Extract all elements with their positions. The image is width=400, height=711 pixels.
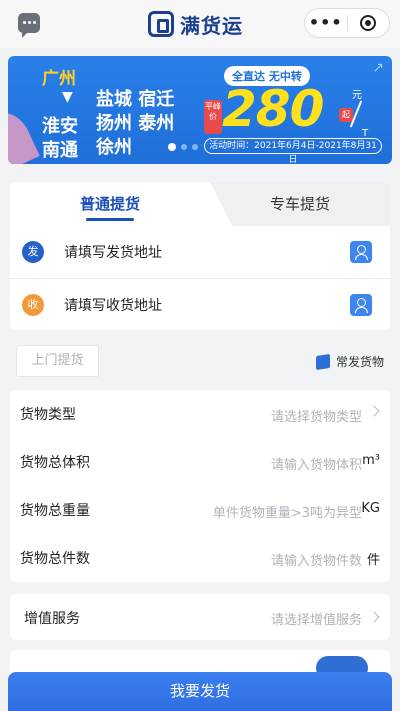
banner-price: 280 bbox=[222, 80, 324, 138]
swoosh-icon: ↗ bbox=[372, 60, 384, 76]
banner-dest-4: 宿迁 bbox=[138, 89, 175, 110]
chevron-right-icon bbox=[368, 611, 380, 623]
cargo-type-row[interactable]: 货物类型 请选择货物类型 bbox=[10, 390, 390, 438]
banner-pagination bbox=[168, 143, 198, 151]
send-badge: 发 bbox=[22, 241, 44, 263]
shipping-card: 普通提货 专车提货 发 请填写发货地址 收 请填写收货地址 bbox=[10, 182, 390, 330]
cargo-volume-unit: m³ bbox=[362, 453, 380, 468]
contact-book-icon[interactable] bbox=[350, 241, 372, 263]
chat-icon[interactable] bbox=[18, 13, 40, 38]
cargo-volume-row[interactable]: 货物总体积 请输入货物体积 m³ bbox=[10, 438, 390, 486]
frequent-goods-label: 常发货物 bbox=[335, 355, 384, 369]
banner-dest-2: 南通 bbox=[42, 140, 78, 161]
brand-name: 满货运 bbox=[180, 13, 243, 38]
banner-dest-7: 徐州 bbox=[96, 137, 132, 158]
decoration-leaf bbox=[8, 106, 40, 164]
cargo-count-row[interactable]: 货物总件数 请输入货物件数 件 bbox=[10, 534, 390, 582]
ellipsis-icon[interactable]: ••• bbox=[305, 9, 347, 37]
option-row bbox=[10, 650, 390, 680]
frequent-goods-link[interactable]: 常发货物 bbox=[315, 353, 384, 370]
app-logo: 满货运 bbox=[148, 10, 243, 38]
banner-dest-5: 扬州 bbox=[96, 113, 132, 134]
banner-origin: 广州 bbox=[42, 69, 76, 89]
promo-banner[interactable]: ↗ 广州 ▼ 淮安 南通 盐城 宿迁 扬州 泰州 徐州 全直达 无中转 平峰价 … bbox=[8, 56, 392, 164]
door-pickup-button[interactable]: 上门提货 bbox=[16, 345, 99, 377]
cargo-volume-label: 货物总体积 bbox=[20, 455, 90, 471]
receive-badge: 收 bbox=[22, 293, 44, 316]
top-bar: 满货运 ••• bbox=[0, 0, 400, 48]
banner-date: 活动时间：2021年6月4日-2021年8月31日 bbox=[204, 138, 382, 164]
contact-book-icon[interactable] bbox=[350, 294, 372, 316]
sender-address-row[interactable]: 发 请填写发货地址 bbox=[10, 226, 390, 278]
cargo-count-unit: 件 bbox=[366, 553, 380, 568]
cargo-count-input[interactable]: 请输入货物件数 bbox=[271, 550, 362, 569]
value-added-service-row[interactable]: 增值服务 请选择增值服务 bbox=[10, 594, 390, 640]
banner-unit-yuan: 元 bbox=[352, 90, 362, 101]
arrow-down-icon: ▼ bbox=[62, 89, 73, 105]
cargo-type-label: 货物类型 bbox=[20, 407, 76, 423]
receiver-address-row[interactable]: 收 请填写收货地址 bbox=[10, 278, 390, 330]
cargo-type-select[interactable]: 请选择货物类型 bbox=[271, 406, 362, 425]
close-mini-program-button[interactable] bbox=[347, 15, 389, 31]
cargo-weight-label: 货物总重量 bbox=[20, 503, 90, 519]
banner-dest-6: 泰州 bbox=[138, 113, 175, 134]
sender-address-placeholder: 请填写发货地址 bbox=[64, 245, 162, 261]
pagination-dot[interactable] bbox=[168, 143, 176, 151]
chevron-right-icon bbox=[368, 405, 380, 417]
box-icon bbox=[315, 353, 330, 370]
tab-normal-pickup-label: 普通提货 bbox=[79, 195, 140, 213]
cargo-volume-input[interactable]: 请输入货物体积 bbox=[271, 454, 362, 473]
mini-program-capsule: ••• bbox=[304, 8, 390, 38]
value-added-select[interactable]: 请选择增值服务 bbox=[271, 609, 362, 628]
tab-dedicated-pickup-label: 专车提货 bbox=[269, 195, 330, 213]
cargo-weight-input[interactable]: 单件货物重量>3吨为异型 bbox=[213, 502, 362, 521]
tab-dedicated-pickup[interactable]: 专车提货 bbox=[210, 182, 390, 226]
banner-dest-1: 淮安 bbox=[42, 116, 78, 137]
brand-logo-icon bbox=[148, 11, 174, 37]
banner-start-badge: 起 bbox=[339, 108, 353, 122]
cargo-weight-unit: KG bbox=[361, 501, 380, 516]
pickup-tabs: 普通提货 专车提货 bbox=[10, 182, 390, 226]
banner-badge: 平峰价 bbox=[204, 100, 222, 134]
active-tab-indicator bbox=[86, 218, 134, 221]
receiver-address-placeholder: 请填写收货地址 bbox=[64, 297, 162, 314]
cargo-count-label: 货物总件数 bbox=[20, 551, 90, 567]
cargo-weight-row[interactable]: 货物总重量 单件货物重量>3吨为异型 KG bbox=[10, 486, 390, 534]
pagination-dot[interactable] bbox=[181, 144, 187, 150]
cargo-form: 货物类型 请选择货物类型 货物总体积 请输入货物体积 m³ 货物总重量 单件货物… bbox=[10, 390, 390, 582]
banner-dest-3: 盐城 bbox=[96, 89, 132, 110]
submit-shipment-button[interactable]: 我要发货 bbox=[8, 672, 392, 711]
pagination-dot[interactable] bbox=[192, 144, 198, 150]
target-icon bbox=[360, 15, 377, 31]
value-added-label: 增值服务 bbox=[24, 611, 80, 627]
